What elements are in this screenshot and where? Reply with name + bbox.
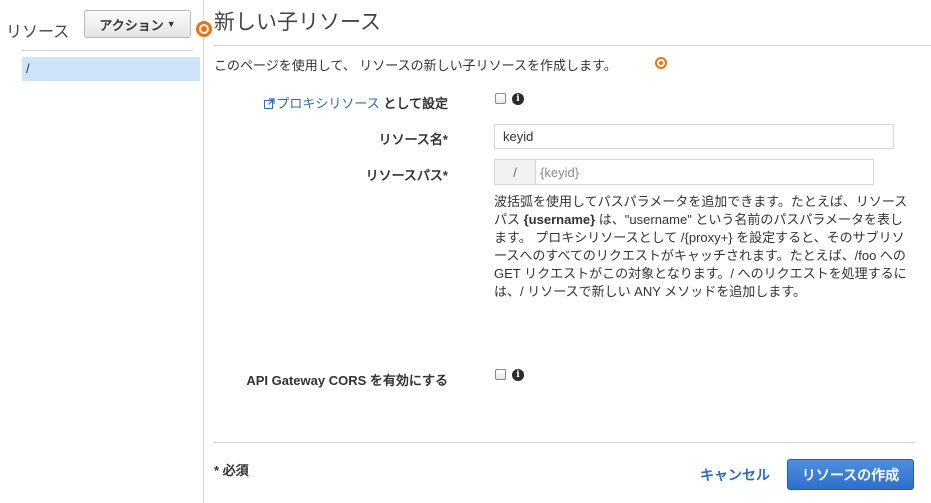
sidebar-divider [22,50,193,51]
resource-path-label: リソースパス* [365,168,448,183]
create-resource-button[interactable]: リソースの作成 [787,459,914,490]
resource-name-label: リソース名* [378,132,448,147]
help-text-bold-param: {username} [523,212,596,227]
help-info-icon[interactable] [196,21,212,37]
resource-tree-root[interactable]: / [22,57,200,81]
info-icon[interactable]: i [512,369,524,381]
help-info-icon[interactable] [655,57,667,69]
required-note: * 必須 [214,463,249,478]
resource-name-input[interactable]: keyid [494,124,894,149]
external-link-icon [264,98,275,109]
intro-text: このページを使用して、 リソースの新しい子リソースを作成します。 [214,55,617,74]
sidebar-title: リソース [6,24,70,41]
caret-down-icon: ▼ [166,19,176,29]
proxy-resource-checkbox[interactable] [495,93,506,104]
intro-text-content: このページを使用して、 リソースの新しい子リソースを作成します。 [214,58,617,73]
cors-checkbox[interactable] [495,369,506,380]
resource-path-value: {keyid} [540,164,580,180]
page-title: 新しい子リソース [214,11,381,34]
resource-path-input[interactable]: {keyid} [536,160,873,184]
resource-name-value: keyid [503,129,534,144]
footer-divider [214,442,915,443]
info-icon[interactable]: i [512,93,524,105]
resource-path-prefix: / [495,160,536,184]
proxy-resource-link[interactable]: プロキシリソース [264,96,383,111]
cors-label: API Gateway CORS を有効にする [246,373,448,388]
actions-label: アクション [99,17,164,33]
cancel-button[interactable]: キャンセル [700,465,770,485]
resource-sidebar: リソース アクション ▼ / [0,0,204,503]
proxy-resource-link-text: プロキシリソース [276,96,380,111]
resource-path-help-text: 波括弧を使用してパスパラメータを追加できます。たとえば、リソースパス {user… [494,193,914,301]
proxy-resource-suffix: として設定 [383,96,448,111]
proxy-resource-label: プロキシリソース として設定 [264,93,448,112]
title-divider [214,45,931,46]
actions-dropdown-button[interactable]: アクション ▼ [84,10,191,38]
resource-path-field: / {keyid} [494,159,874,185]
